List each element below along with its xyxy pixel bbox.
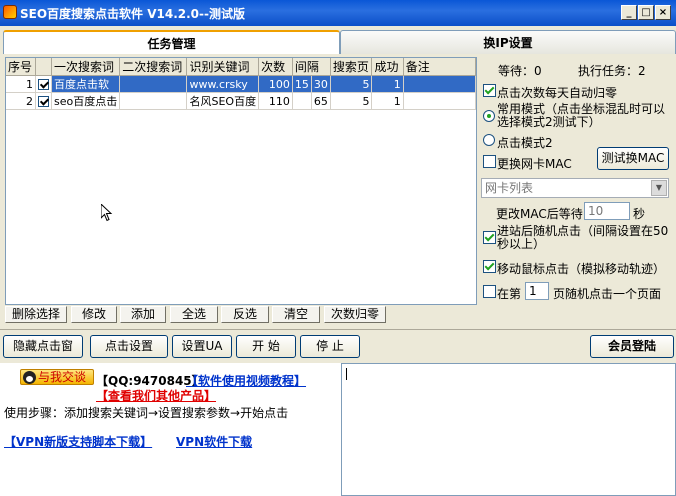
executing-status: 执行任务：2: [578, 64, 646, 78]
minimize-button[interactable]: _: [621, 5, 637, 20]
random-click-label: 进站后随机点击（间隔设置在50 秒以上）: [497, 225, 668, 251]
table-row[interactable]: 2 seo百度点击 名风SEO百度 110 65 5 1: [6, 92, 476, 110]
page-suffix-label: 页随机点击一个页面: [553, 287, 662, 301]
change-mac-checkbox[interactable]: [483, 155, 496, 168]
tab-task-management-label: 任务管理: [147, 37, 196, 51]
row-search-page[interactable]: 5: [330, 75, 373, 93]
row-checkbox[interactable]: [37, 79, 49, 90]
start-button[interactable]: 开 始: [236, 335, 296, 358]
column-header-first-keyword[interactable]: 一次搜索词: [51, 58, 121, 76]
nic-list-select[interactable]: 网卡列表 ▼: [481, 178, 669, 198]
select-all-button[interactable]: 全选: [170, 306, 218, 323]
nic-list-text: 网卡列表: [485, 181, 534, 195]
column-header-note[interactable]: 备注: [403, 58, 476, 76]
column-header-index[interactable]: 序号: [6, 58, 36, 76]
member-login-button[interactable]: 会员登陆: [590, 335, 674, 358]
row-first-keyword[interactable]: 百度点击软: [51, 75, 121, 93]
column-header-identify-keyword[interactable]: 识别关键词: [186, 58, 260, 76]
normal-mode-radio[interactable]: [483, 110, 495, 122]
row-interval-max[interactable]: 30: [311, 75, 331, 93]
move-mouse-label: 移动鼠标点击（模拟移动轨迹）: [497, 262, 666, 276]
row-success[interactable]: 1: [371, 92, 404, 110]
row-index: 2: [6, 92, 36, 110]
random-click-checkbox[interactable]: [483, 231, 496, 244]
table-row[interactable]: 1 百度点击软 www.crsky 100 15 30 5 1: [6, 75, 476, 93]
column-header-check[interactable]: [35, 58, 52, 76]
window-title: SEO百度搜索点击软件 V14.2.0--测试版: [20, 7, 245, 21]
row-second-keyword[interactable]: [119, 75, 188, 93]
row-index: 1: [6, 75, 36, 93]
column-header-success[interactable]: 成功: [371, 58, 404, 76]
row-interval-min[interactable]: 15: [292, 75, 312, 93]
page-number-input[interactable]: 1: [525, 282, 549, 300]
random-click-label-line2: 秒以上）: [497, 237, 546, 251]
set-ua-button[interactable]: 设置UA: [172, 335, 232, 358]
column-header-interval[interactable]: 间隔: [292, 58, 331, 76]
invert-selection-button[interactable]: 反选: [221, 306, 269, 323]
add-button[interactable]: 添加: [120, 306, 166, 323]
row-interval-min[interactable]: [292, 92, 312, 110]
waiting-status: 等待：0: [498, 64, 542, 78]
row-success[interactable]: 1: [371, 75, 404, 93]
normal-mode-label-line2: 选择模式2测试下）: [497, 115, 601, 129]
edit-button[interactable]: 修改: [71, 306, 117, 323]
hide-click-window-button[interactable]: 隐藏点击窗: [3, 335, 83, 358]
normal-mode-label: 常用模式（点击坐标混乱时可以 选择模式2测试下）: [497, 103, 665, 129]
click-settings-button[interactable]: 点击设置: [90, 335, 168, 358]
row-count[interactable]: 100: [258, 75, 293, 93]
title-bar: SEO百度搜索点击软件 V14.2.0--测试版 _ □ ×: [0, 0, 676, 26]
column-header-count[interactable]: 次数: [258, 58, 293, 76]
log-textarea[interactable]: [341, 363, 676, 496]
tab-ip-settings-label: 换IP设置: [483, 36, 533, 50]
delete-selected-button[interactable]: 删除选择: [5, 306, 67, 323]
row-second-keyword[interactable]: [119, 92, 188, 110]
row-checkbox[interactable]: [37, 96, 49, 107]
qq-chat-button[interactable]: 与我交谈: [20, 369, 94, 385]
page-prefix-label: 在第: [497, 287, 522, 301]
page-random-checkbox[interactable]: [483, 285, 496, 298]
separator: [0, 329, 676, 330]
change-mac-label: 更换网卡MAC: [497, 157, 572, 171]
clear-button[interactable]: 清空: [272, 306, 320, 323]
seconds-label: 秒: [633, 207, 646, 221]
vpn-software-download-link[interactable]: VPN软件下载: [176, 433, 252, 450]
reset-count-button[interactable]: 次数归零: [324, 306, 386, 323]
text-caret: [346, 368, 347, 380]
vpn-script-download-link[interactable]: 【VPN新版支持脚本下载】: [4, 433, 152, 450]
wait-after-mac-input[interactable]: 10: [584, 202, 630, 220]
tab-ip-settings[interactable]: 换IP设置: [340, 30, 676, 54]
maximize-button[interactable]: □: [638, 5, 654, 20]
task-grid[interactable]: 序号 一次搜索词 二次搜索词 识别关键词 次数 间隔 搜索页 成功 备注 1 百…: [5, 57, 477, 305]
close-button[interactable]: ×: [655, 5, 671, 20]
row-search-page[interactable]: 5: [330, 92, 373, 110]
column-header-second-keyword[interactable]: 二次搜索词: [119, 58, 188, 76]
test-mac-button[interactable]: 测试换MAC: [597, 147, 669, 170]
reset-daily-checkbox[interactable]: [483, 84, 496, 97]
qq-chat-label: 与我交谈: [38, 370, 87, 384]
wait-after-mac-label: 更改MAC后等待：: [496, 207, 595, 221]
normal-mode-label-line1: 常用模式（点击坐标混乱时可以: [497, 102, 666, 116]
column-header-search-page[interactable]: 搜索页: [330, 58, 373, 76]
qq-penguin-icon: [23, 371, 36, 384]
reset-daily-label: 点击次数每天自动归零: [497, 86, 618, 100]
tab-task-management[interactable]: 任务管理: [3, 30, 340, 54]
row-checkbox-cell[interactable]: [35, 75, 52, 93]
random-click-label-line1: 进站后随机点击（间隔设置在50: [497, 224, 669, 238]
other-products-link[interactable]: 【查看我们其他产品】: [96, 387, 216, 404]
app-icon: [3, 5, 17, 19]
row-note[interactable]: [403, 75, 476, 93]
row-first-keyword[interactable]: seo百度点击: [51, 92, 121, 110]
usage-steps: 使用步骤：添加搜索关键词→设置搜索参数→开始点击: [4, 406, 289, 420]
stop-button[interactable]: 停 止: [300, 335, 360, 358]
row-identify-keyword[interactable]: www.crsky: [186, 75, 260, 93]
row-count[interactable]: 110: [258, 92, 293, 110]
mode2-radio[interactable]: [483, 134, 495, 146]
mode2-label: 点击模式2: [497, 136, 553, 150]
chevron-down-icon[interactable]: ▼: [651, 180, 667, 196]
row-interval-max[interactable]: 65: [311, 92, 331, 110]
row-identify-keyword[interactable]: 名风SEO百度: [186, 92, 260, 110]
row-note[interactable]: [403, 92, 476, 110]
move-mouse-checkbox[interactable]: [483, 260, 496, 273]
row-checkbox-cell[interactable]: [35, 92, 52, 110]
